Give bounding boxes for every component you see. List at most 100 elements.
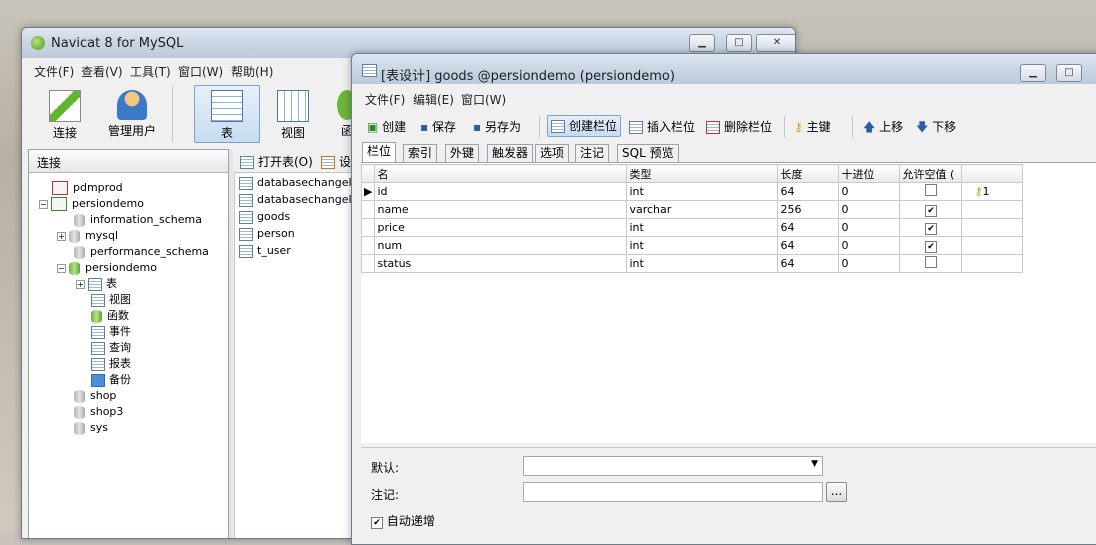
menu-file[interactable]: 文件(F) xyxy=(365,91,405,108)
collapse-icon[interactable]: − xyxy=(57,263,66,273)
tree-node-queries[interactable]: 查询 xyxy=(91,340,131,356)
toolbar-view-button[interactable]: 视图 xyxy=(267,86,319,142)
tree-item-shop3[interactable]: shop3 xyxy=(74,404,123,420)
tree-node-functions[interactable]: 函数 xyxy=(91,308,129,324)
tree-node-events[interactable]: 事件 xyxy=(91,324,131,340)
nullable-checkbox[interactable]: ✔ xyxy=(924,222,937,235)
field-type[interactable]: int xyxy=(626,254,779,273)
save-as-button[interactable]: ▪ 另存为 xyxy=(473,118,521,135)
field-type[interactable]: int xyxy=(626,182,779,201)
save-button[interactable]: ▪ 保存 xyxy=(420,118,456,135)
splitter[interactable] xyxy=(229,149,233,538)
table-item-selected[interactable]: goods xyxy=(239,209,290,225)
toolbar-table-button[interactable]: 表 xyxy=(194,85,260,143)
tree-item-sys[interactable]: sys xyxy=(74,420,108,436)
field-name[interactable]: id xyxy=(374,182,628,201)
comment-field[interactable] xyxy=(523,482,823,502)
field-decimals[interactable]: 0 xyxy=(838,218,901,237)
field-name[interactable]: status xyxy=(374,254,628,273)
move-down-button[interactable]: 🡇 下移 xyxy=(916,118,956,139)
tree-item-shop[interactable]: shop xyxy=(74,388,116,404)
field-name[interactable]: name xyxy=(374,200,628,219)
delete-column-button[interactable]: 删除栏位 xyxy=(706,118,772,135)
auto-increment-option[interactable]: ✔ 自动递增 xyxy=(371,512,435,529)
tree-item-performance-schema[interactable]: performance_schema xyxy=(74,244,209,260)
menu-help[interactable]: 帮助(H) xyxy=(231,63,273,80)
minimize-button[interactable]: ▁ xyxy=(1020,64,1046,82)
table-item[interactable]: person xyxy=(239,226,295,242)
tab-sql-preview[interactable]: SQL 预览 xyxy=(617,144,679,162)
tree-node-reports[interactable]: 报表 xyxy=(91,356,131,372)
tab-triggers[interactable]: 触发器 xyxy=(487,144,534,162)
column-header-length[interactable]: 长度 xyxy=(777,164,840,183)
field-decimals[interactable]: 0 xyxy=(838,200,901,219)
tree-item-persiondemo-connection[interactable]: − persiondemo xyxy=(39,196,144,212)
field-length[interactable]: 64 xyxy=(777,236,840,255)
tab-comment[interactable]: 注记 xyxy=(575,144,610,162)
minimize-button[interactable]: ▁ xyxy=(689,34,715,52)
primary-key-button[interactable]: ⚷ 主键 xyxy=(794,118,831,135)
auto-increment-checkbox[interactable]: ✔ xyxy=(371,517,383,529)
expand-icon[interactable]: + xyxy=(57,231,66,241)
tree-node-tables[interactable]: + 表 xyxy=(76,276,117,292)
field-length[interactable]: 64 xyxy=(777,254,840,273)
menu-window[interactable]: 窗口(W) xyxy=(178,63,223,80)
menu-tools[interactable]: 工具(T) xyxy=(130,63,171,80)
comment-browse-button[interactable]: ... xyxy=(826,482,847,502)
field-decimals[interactable]: 0 xyxy=(838,182,901,201)
nullable-checkbox[interactable]: ✔ xyxy=(924,240,937,253)
insert-column-button[interactable]: 插入栏位 xyxy=(629,118,695,135)
menu-file[interactable]: 文件(F) xyxy=(34,63,74,80)
default-select[interactable]: ▼ xyxy=(523,456,823,476)
nullable-checkbox[interactable] xyxy=(924,256,937,268)
menu-view[interactable]: 查看(V) xyxy=(81,63,123,80)
field-length[interactable]: 64 xyxy=(777,218,840,237)
create-column-button[interactable]: 创建栏位 xyxy=(547,115,622,137)
column-header-nullable[interactable]: 允许空值 ( xyxy=(899,164,963,183)
menu-edit[interactable]: 编辑(E) xyxy=(413,91,454,108)
field-name[interactable]: price xyxy=(374,218,628,237)
field-decimals[interactable]: 0 xyxy=(838,254,901,273)
field-length[interactable]: 64 xyxy=(777,182,840,201)
tab-options[interactable]: 选项 xyxy=(535,144,570,162)
tab-indexes[interactable]: 索引 xyxy=(403,144,438,162)
column-header-decimals[interactable]: 十进位 xyxy=(838,164,901,183)
column-header-name[interactable]: 名 xyxy=(374,164,628,183)
table-item[interactable]: t_user xyxy=(239,243,291,259)
table-row[interactable]: price int 64 0 ✔ xyxy=(360,218,1024,237)
field-name[interactable]: num xyxy=(374,236,628,255)
create-button[interactable]: ▣ 创建 xyxy=(367,118,406,135)
toolbar-connect-button[interactable]: 连接 xyxy=(39,86,91,142)
tree-item-mysql[interactable]: + mysql xyxy=(57,228,118,244)
nullable-checkbox[interactable]: ✔ xyxy=(924,204,937,217)
tab-fields[interactable]: 栏位 xyxy=(362,142,397,163)
tree-item-information-schema[interactable]: information_schema xyxy=(74,212,202,228)
field-decimals[interactable]: 0 xyxy=(838,236,901,255)
move-up-button[interactable]: 🡅 上移 xyxy=(863,118,903,139)
tree-node-backups[interactable]: 备份 xyxy=(91,372,131,388)
menu-window[interactable]: 窗口(W) xyxy=(461,91,506,108)
table-row[interactable]: status int 64 0 xyxy=(360,254,1024,273)
tab-foreign-keys[interactable]: 外键 xyxy=(445,144,480,162)
collapse-icon[interactable]: − xyxy=(39,199,48,209)
field-type[interactable]: int xyxy=(626,236,779,255)
tree-item-persiondemo-database[interactable]: − persiondemo xyxy=(57,260,157,276)
table-row[interactable]: num int 64 0 ✔ xyxy=(360,236,1024,255)
design-table-button[interactable]: 设 xyxy=(321,153,351,170)
nullable-checkbox[interactable] xyxy=(924,184,937,196)
table-item[interactable]: databasechangelog xyxy=(239,175,365,191)
maximize-button[interactable]: □ xyxy=(1056,64,1082,82)
field-length[interactable]: 256 xyxy=(777,200,840,219)
tree-node-views[interactable]: 视图 xyxy=(91,292,131,308)
column-header-type[interactable]: 类型 xyxy=(626,164,779,183)
open-table-button[interactable]: 打开表(O) xyxy=(240,153,313,170)
toolbar-user-button[interactable]: 管理用户 xyxy=(102,86,162,142)
table-row[interactable]: name varchar 256 0 ✔ xyxy=(360,200,1024,219)
close-button[interactable]: ✕ xyxy=(756,34,795,52)
table-row[interactable]: ▶ id int 64 0 ⚷1 xyxy=(360,182,1024,201)
field-type[interactable]: varchar xyxy=(626,200,779,219)
maximize-button[interactable]: □ xyxy=(726,34,752,52)
design-titlebar[interactable]: [表设计] goods @persiondemo (persiondemo) ▁… xyxy=(352,54,1096,84)
field-type[interactable]: int xyxy=(626,218,779,237)
tree-item-pdmprod[interactable]: pdmprod xyxy=(52,180,123,196)
